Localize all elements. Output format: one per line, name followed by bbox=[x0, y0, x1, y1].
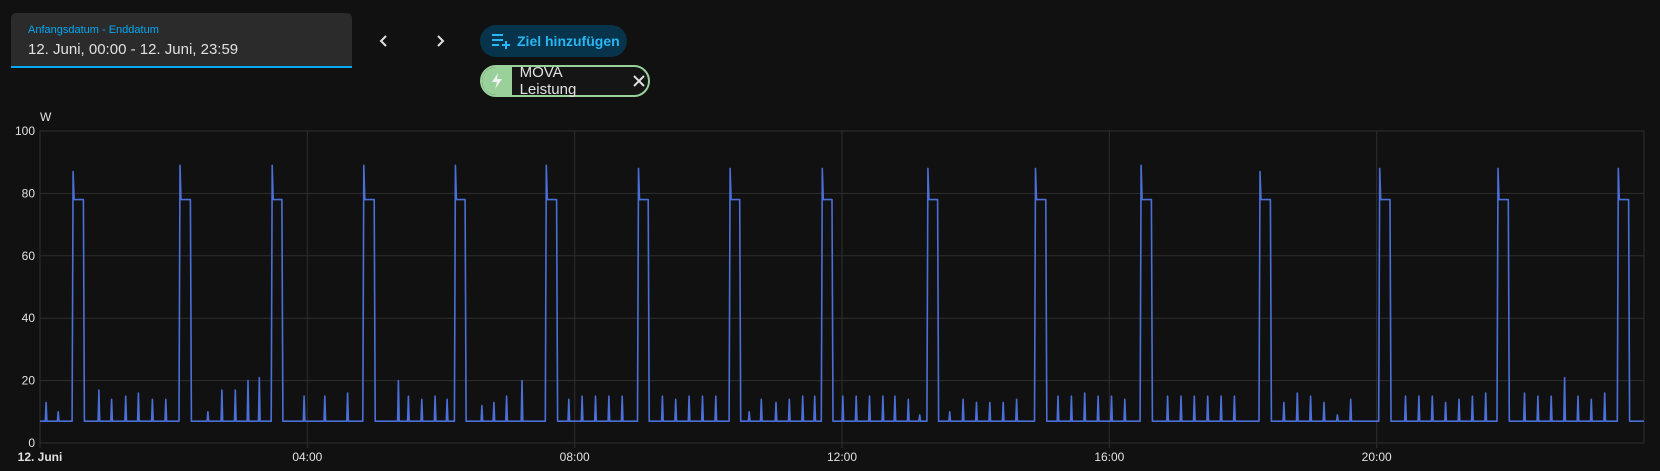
x-tick-label: 20:00 bbox=[1362, 450, 1392, 464]
y-tick-label: 40 bbox=[22, 311, 36, 325]
x-tick-label: 12. Juni bbox=[18, 450, 63, 464]
x-axis-ticks: 12. Juni 04:00 08:00 12:00 16:00 20:00 bbox=[18, 450, 1392, 464]
x-tick-label: 16:00 bbox=[1094, 450, 1124, 464]
power-line-chart: W 0 20 40 60 80 100 12. Juni 04:00 08:00 12:00 16… bbox=[15, 110, 1645, 464]
x-tick-label: 12:00 bbox=[827, 450, 857, 464]
y-tick-label: 20 bbox=[22, 374, 36, 388]
y-axis-unit: W bbox=[40, 110, 52, 124]
y-tick-label: 100 bbox=[15, 124, 35, 138]
y-tick-label: 0 bbox=[28, 436, 35, 450]
x-tick-label: 08:00 bbox=[560, 450, 590, 464]
y-axis-ticks: 0 20 40 60 80 100 bbox=[15, 124, 35, 450]
x-tick-label: 04:00 bbox=[292, 450, 322, 464]
y-tick-label: 60 bbox=[22, 249, 36, 263]
y-tick-label: 80 bbox=[22, 186, 36, 200]
